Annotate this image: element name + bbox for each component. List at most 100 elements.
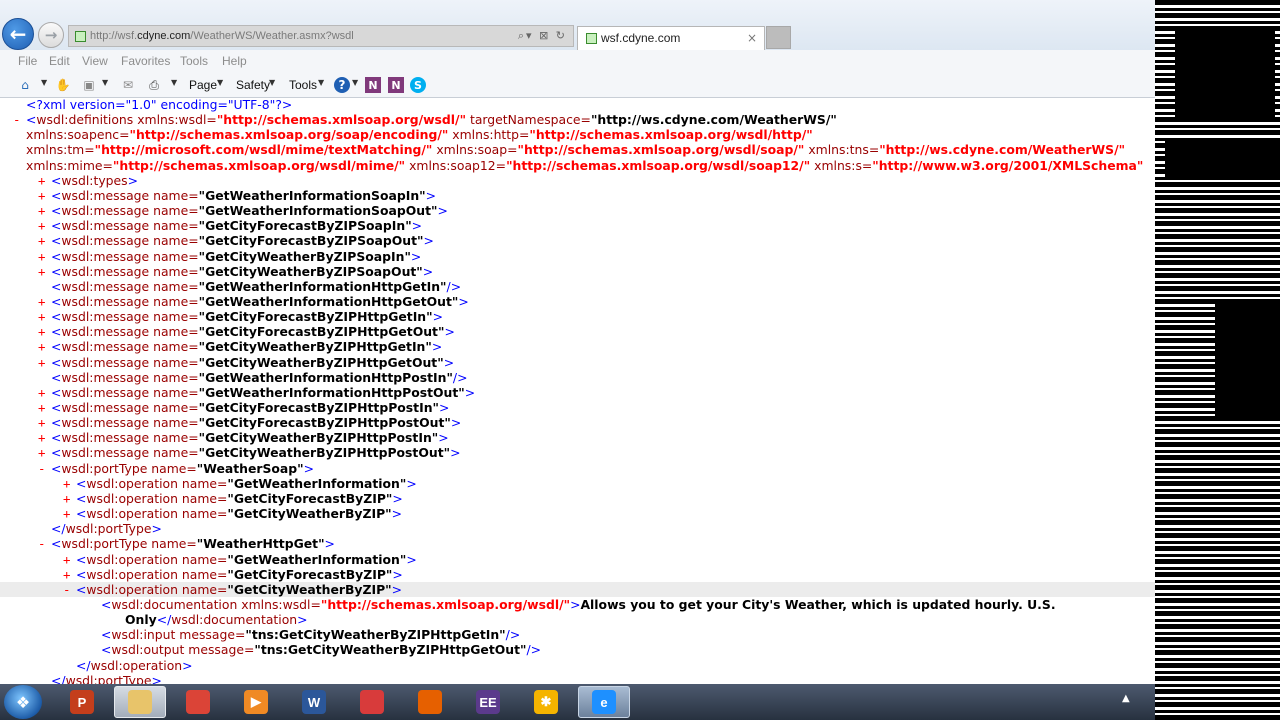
xml-collapse-toggle[interactable]: + <box>38 385 45 400</box>
start-button[interactable]: ❖ <box>4 685 42 719</box>
xml-gt: > <box>406 475 417 491</box>
xml-collapse-toggle[interactable]: + <box>38 233 45 248</box>
xml-collapse-toggle[interactable]: + <box>38 309 45 324</box>
xml-collapse-toggle[interactable]: + <box>38 430 45 445</box>
xml-collapse-toggle[interactable]: + <box>38 249 45 264</box>
xml-tag: wsdl:operation <box>86 475 178 491</box>
menu-favorites[interactable]: Favorites <box>121 54 170 68</box>
forward-button[interactable]: → <box>38 22 64 48</box>
xml-collapse-toggle[interactable]: + <box>63 491 70 506</box>
xml-tag: wsdl:portType <box>65 521 152 537</box>
xml-gt: /> <box>505 627 521 643</box>
skype-icon[interactable]: S <box>410 77 426 93</box>
xml-collapse-toggle[interactable]: - <box>63 582 70 597</box>
xml-collapse-toggle[interactable]: + <box>38 339 45 354</box>
xml-message-name: "GetWeatherInformationHttpGetOut" <box>198 293 459 309</box>
xml-line-content: </wsdl:portType> <box>51 673 162 684</box>
system-tray: ▲ <box>1110 684 1155 720</box>
xml-tag: wsdl:operation <box>86 506 178 522</box>
help-icon[interactable]: ? <box>334 77 350 93</box>
xml-attr-name: xmlns:soapenc= <box>26 127 130 143</box>
xml-collapse-toggle[interactable]: - <box>13 112 20 127</box>
print-dropdown-icon[interactable]: ▼ <box>171 78 177 87</box>
tray-expand-icon[interactable]: ▲ <box>1122 693 1130 704</box>
xml-collapse-toggle[interactable]: + <box>63 476 70 491</box>
xml-lt: < <box>101 627 112 643</box>
taskbar-app-button[interactable]: ✱ <box>520 686 572 718</box>
help-dropdown-icon[interactable]: ▼ <box>352 78 358 87</box>
xml-collapse-toggle[interactable]: + <box>38 415 45 430</box>
feeds-dropdown-icon[interactable]: ▼ <box>102 78 108 87</box>
xml-gt: /> <box>452 369 468 385</box>
xml-collapse-toggle[interactable]: + <box>38 400 45 415</box>
xml-gt: /> <box>526 642 542 658</box>
safety-menu[interactable]: Safety <box>236 78 270 92</box>
back-button[interactable]: ← <box>2 18 34 50</box>
xml-collapse-toggle[interactable]: + <box>38 294 45 309</box>
xml-lt: < <box>51 248 62 264</box>
menu-edit[interactable]: Edit <box>49 54 70 68</box>
menu-tools[interactable]: Tools <box>180 54 208 68</box>
xml-collapse-toggle[interactable]: + <box>38 173 45 188</box>
xml-collapse-toggle[interactable]: + <box>38 355 45 370</box>
address-bar[interactable]: http://wsf.cdyne.com/WeatherWS/Weather.a… <box>68 25 574 47</box>
xml-collapse-toggle[interactable]: - <box>38 461 45 476</box>
xml-line-content: </wsdl:operation> <box>76 658 193 673</box>
tools-menu[interactable]: Tools <box>289 78 317 92</box>
onenote-icon[interactable]: N <box>365 77 381 93</box>
home-icon[interactable]: ⌂ <box>17 77 33 93</box>
taskbar-app-button[interactable]: e <box>578 686 630 718</box>
xml-tag: wsdl:message <box>61 248 150 264</box>
menu-file[interactable]: File <box>18 54 37 68</box>
address-bar-tools[interactable]: ⌕▾ ⊠ ↻ <box>518 26 567 46</box>
taskbar-app-button[interactable]: EE <box>462 686 514 718</box>
taskbar-app-button[interactable]: W <box>288 686 340 718</box>
print-icon[interactable]: ⎙ <box>146 77 162 93</box>
home-dropdown-icon[interactable]: ▼ <box>41 78 47 87</box>
xml-attr-name: xmlns:soap12= <box>405 157 507 173</box>
onenote-linked-icon[interactable]: N <box>388 77 404 93</box>
xml-message-name: "GetCityForecastByZIPHttpGetOut" <box>198 324 445 340</box>
taskbar-app-button[interactable] <box>114 686 166 718</box>
menu-help[interactable]: Help <box>222 54 247 68</box>
tab-favicon-icon <box>586 33 597 44</box>
xml-collapse-toggle[interactable]: + <box>38 203 45 218</box>
xml-lt: < <box>101 596 112 612</box>
xml-collapse-toggle[interactable]: + <box>63 506 70 521</box>
new-tab-button[interactable] <box>766 26 791 49</box>
xml-collapse-toggle[interactable]: + <box>38 188 45 203</box>
xml-collapse-toggle[interactable]: + <box>38 445 45 460</box>
xml-attr-name: xmlns:mime= <box>26 157 113 173</box>
taskbar-app-button[interactable]: ▶ <box>230 686 282 718</box>
xml-collapse-toggle[interactable]: - <box>38 536 45 551</box>
xml-operation-name: "GetWeatherInformation" <box>227 475 407 491</box>
taskbar-app-button[interactable] <box>172 686 224 718</box>
xml-line-content: <wsdl:message name="GetCityForecastByZIP… <box>51 218 422 233</box>
hand-icon[interactable]: ✋ <box>55 77 71 93</box>
xml-attr-name: xmlns:tns= <box>804 142 880 158</box>
xml-collapse-toggle[interactable]: + <box>63 567 70 582</box>
xml-gt: > <box>391 581 403 597</box>
tab-close-icon[interactable]: × <box>747 27 757 49</box>
taskbar-app-button[interactable] <box>404 686 456 718</box>
taskbar-app-button[interactable] <box>346 686 398 718</box>
xml-line-content: <wsdl:message name="GetCityWeatherByZIPH… <box>51 430 449 445</box>
xml-collapse-toggle[interactable]: + <box>38 264 45 279</box>
taskbar-app-button[interactable]: P <box>56 686 108 718</box>
address-url[interactable]: http://wsf.cdyne.com/WeatherWS/Weather.a… <box>90 26 354 46</box>
xml-tag: wsdl:output <box>111 642 185 658</box>
xml-tag: wsdl:message <box>61 400 150 415</box>
menu-bar: File Edit View Favorites Tools Help <box>0 50 1155 72</box>
xml-collapse-toggle[interactable]: + <box>38 324 45 339</box>
tab-wsf-cdyne[interactable]: wsf.cdyne.com × <box>577 26 765 50</box>
xml-collapse-toggle[interactable]: + <box>38 218 45 233</box>
xml-line-content: </wsdl:portType> <box>51 521 162 536</box>
page-menu[interactable]: Page <box>189 78 217 92</box>
menu-view[interactable]: View <box>82 54 108 68</box>
feeds-icon[interactable]: ▣ <box>81 77 97 93</box>
xml-line-content: <wsdl:operation name="GetWeatherInformat… <box>76 476 417 491</box>
xml-collapse-toggle[interactable]: + <box>63 552 70 567</box>
xml-attr-name: name= <box>177 506 228 522</box>
mail-icon[interactable]: ✉ <box>120 77 136 93</box>
xml-gt: > <box>410 248 422 264</box>
